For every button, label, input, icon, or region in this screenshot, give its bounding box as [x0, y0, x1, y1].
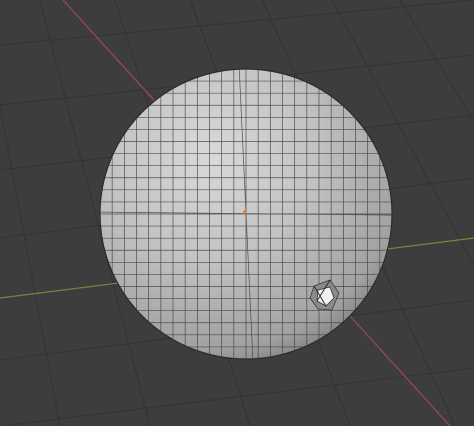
sphere-mesh[interactable] [0, 0, 474, 426]
origin-point [243, 210, 247, 214]
3d-viewport[interactable] [0, 0, 474, 426]
viewport-canvas[interactable] [0, 0, 474, 426]
